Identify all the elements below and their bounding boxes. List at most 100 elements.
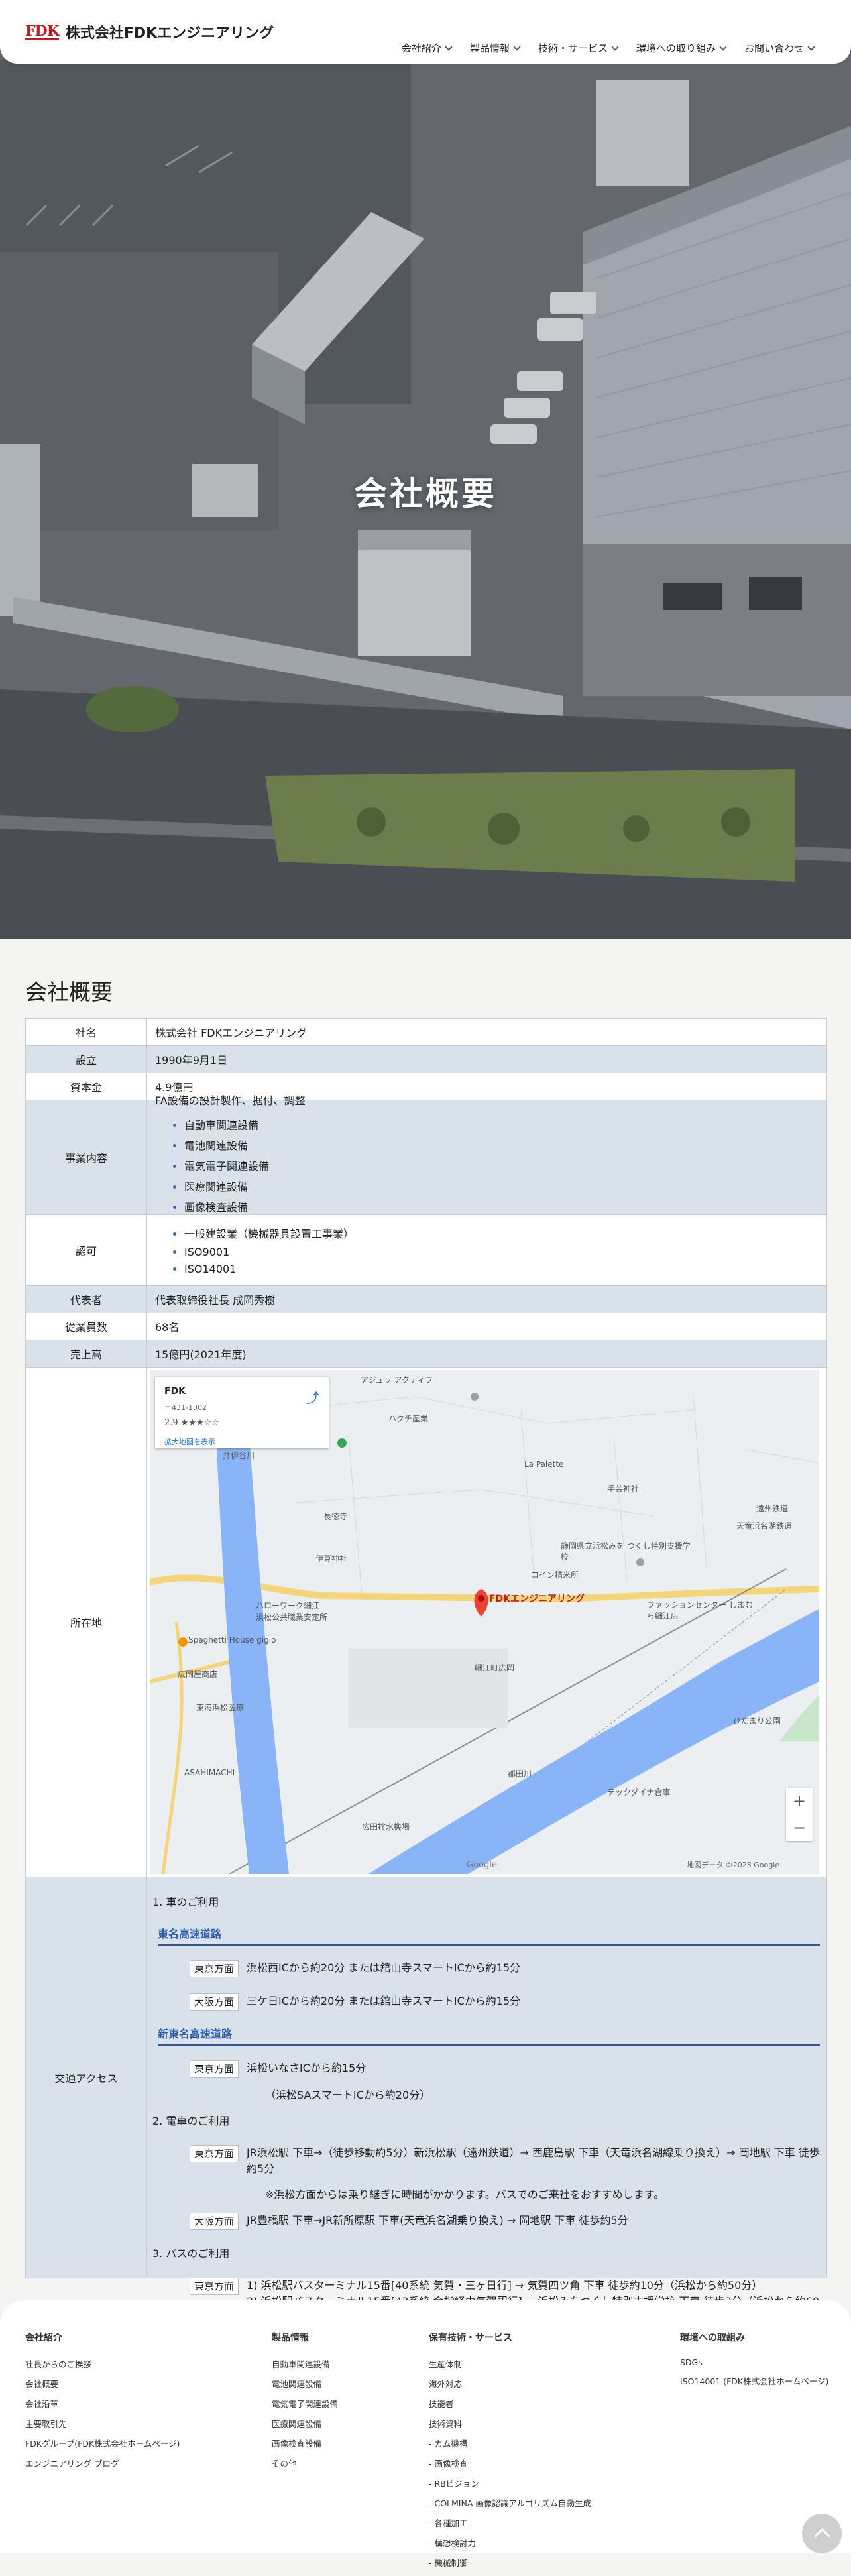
footer-link[interactable]: - 機械制御 (429, 2556, 591, 2569)
footer-link[interactable]: 自動車関連設備 (272, 2357, 338, 2370)
map-label: ハローワーク細江 (256, 1601, 320, 1610)
footer-link[interactable]: 画像検査設備 (272, 2437, 338, 2449)
site-name: 株式会社FDKエンジニアリング (65, 25, 274, 42)
footer-link[interactable]: 生産体制 (429, 2357, 591, 2370)
footer-col-technology: 保有技術・サービス 生産体制 海外対応 技能者 技術資料 - カム機構 - 画像… (429, 2333, 591, 2569)
site-header: FDK 株式会社FDKエンジニアリング 会社紹介 製品情報 技術・サービス 環境… (0, 0, 851, 64)
map-label: ひだまり公園 (733, 1716, 781, 1726)
access-bus-title: 3. バスのご利用 (152, 2247, 230, 2260)
access-route: 大阪方面 三ケ日ICから約20分 または舘山寺スマートICから約15分 (190, 1993, 826, 2011)
back-to-top-button[interactable] (802, 2514, 842, 2553)
google-map[interactable]: Google FDK 〒431-1302 2.9 ★★★☆☆ 拡大地図を表示 ⤴… (150, 1370, 819, 1874)
access-tomei-title: 東名高速道路 (158, 1925, 820, 1946)
nav-environment[interactable]: 環境への取り組み (636, 41, 727, 55)
access-route: 東京方面 浜松西ICから約20分 または舘山寺スマートICから約15分 (190, 1960, 826, 1977)
table-row-location: 所在地 Google FDK 〒431-1302 2.9 ★★★☆☆ 拡大地図を… (26, 1368, 826, 1877)
footer-link[interactable]: 技能者 (429, 2397, 591, 2410)
table-row-employees: 従業員数 68名 (26, 1313, 826, 1340)
footer-link[interactable]: その他 (272, 2457, 338, 2469)
map-label: 天竜浜名湖鉄道 (736, 1521, 793, 1531)
list-item: ISO14001 (184, 1263, 826, 1275)
footer-link[interactable]: - 各種加工 (429, 2516, 591, 2529)
footer-link[interactable]: 技術資料 (429, 2417, 591, 2430)
access-note: ※浜松方面からは乗り継ぎに時間がかかります。バスでのご来社をおすすめします。 (265, 2188, 665, 2201)
section-title: 会社概要 (25, 979, 113, 1005)
footer-link[interactable]: 電気電子関連設備 (272, 2397, 338, 2410)
list-item: ISO9001 (184, 1246, 826, 1258)
map-label: アジュラ アクティフ (361, 1376, 433, 1385)
map-label: 広岡屋商店 (178, 1670, 218, 1679)
footer-link[interactable]: エンジニアリング ブログ (25, 2457, 180, 2469)
footer-link[interactable]: 電池関連設備 (272, 2377, 338, 2390)
footer-link[interactable]: - カム機構 (429, 2437, 591, 2449)
access-shintomei-title: 新東名高速道路 (158, 2025, 820, 2046)
map-label: ハクチ産業 (388, 1414, 429, 1423)
footer-link[interactable]: - 画像検査 (429, 2457, 591, 2469)
access-route: 東京方面 浜松いなさICから約15分 (190, 2060, 826, 2078)
footer-col-products: 製品情報 自動車関連設備 電池関連設備 電気電子関連設備 医療関連設備 画像検査… (272, 2333, 339, 2469)
zoom-out-button[interactable]: − (786, 1814, 813, 1841)
chevron-up-icon (814, 2528, 830, 2544)
footer-link[interactable]: 会社概要 (25, 2377, 180, 2390)
svg-text:Google: Google (467, 1860, 497, 1870)
list-item: 画像検査設備 (184, 1199, 826, 1214)
table-row-representative: 代表者 代表取締役社長 成岡秀樹 (26, 1286, 826, 1313)
map-label: 長徳寺 (323, 1512, 348, 1521)
chevron-down-icon (513, 42, 521, 51)
list-item: 電気電子関連設備 (184, 1157, 826, 1173)
map-label: 東海浜松医療 (196, 1703, 245, 1712)
business-intro: FA設備の設計製作、据付、調整 (155, 1094, 306, 1107)
map-label: 都田川 (508, 1769, 532, 1779)
map-label: 伊豆神社 (315, 1554, 348, 1564)
table-row-established: 設立 1990年9月1日 (26, 1046, 826, 1073)
map-label: Spaghetti House gigio (188, 1635, 276, 1645)
footer-link[interactable]: 海外対応 (429, 2377, 591, 2390)
map-label: 井伊谷川 (223, 1451, 255, 1460)
table-row-name: 社名 株式会社 FDKエンジニアリング (26, 1019, 826, 1046)
map-zoom-control: + − (786, 1788, 813, 1841)
list-item: 一般建設業（機械器具設置工事業） (184, 1225, 826, 1241)
table-row-access: 交通アクセス 1. 車のご利用 東名高速道路 東京方面 浜松西ICから約20分 ま… (26, 1877, 826, 2323)
map-copyright: 地図データ ©2023 Google (687, 1861, 779, 1869)
access-train-title: 2. 電車のご利用 (152, 2115, 230, 2127)
site-logo[interactable]: FDK 株式会社FDKエンジニアリング (25, 21, 274, 42)
business-list: 自動車関連設備 電池関連設備 電気電子関連設備 医療関連設備 画像検査設備 (155, 1112, 826, 1219)
map-enlarge-link[interactable]: 拡大地図を表示 (164, 1436, 215, 1447)
footer-link[interactable]: 会社沿革 (25, 2397, 180, 2410)
site-footer: 会社紹介 社長からのご挨拶 会社概要 会社沿革 主要取引先 FDKグループ(FD… (0, 2300, 851, 2568)
company-overview-table: 社名 株式会社 FDKエンジニアリング 設立 1990年9月1日 資本金 4.9… (25, 1018, 827, 2323)
footer-link[interactable]: - 構想検討力 (429, 2536, 591, 2549)
map-place-card: FDK 〒431-1302 2.9 ★★★☆☆ 拡大地図を表示 ⤴ (155, 1377, 329, 1448)
nav-technology[interactable]: 技術・サービス (538, 41, 619, 55)
table-row-sales: 売上高 15億円(2021年度) (26, 1340, 826, 1368)
table-row-certification: 認可 一般建設業（機械器具設置工事業） ISO9001 ISO14001 (26, 1215, 826, 1286)
footer-link[interactable]: - COLMINA 画像認識アルゴリズム自動生成 (429, 2496, 591, 2509)
footer-link[interactable]: SDGs (680, 2357, 828, 2367)
nav-company[interactable]: 会社紹介 (402, 41, 453, 55)
footer-link[interactable]: 社長からのご挨拶 (25, 2357, 180, 2370)
footer-link[interactable]: ISO14001 (FDK株式会社ホームページ) (680, 2374, 828, 2387)
map-label: 静岡県立浜松みを つくし特別支援学校 (561, 1541, 691, 1562)
fdk-logo-mark: FDK (25, 22, 60, 40)
nav-contact[interactable]: お問い合わせ (744, 41, 815, 55)
map-label: コイン精米所 (531, 1570, 579, 1580)
list-item: 自動車関連設備 (184, 1116, 826, 1132)
map-pin-label[interactable]: FDKエンジニアリング (489, 1592, 585, 1605)
footer-link[interactable]: - RBビジョン (429, 2477, 591, 2489)
footer-link[interactable]: FDKグループ(FDK株式会社ホームページ) (25, 2437, 180, 2449)
nav-products[interactable]: 製品情報 (470, 41, 521, 55)
directions-icon[interactable]: ⤴ (306, 1387, 319, 1407)
access-note: （浜松SAスマートICから約20分） (265, 2089, 431, 2101)
map-label: ASAHIMACHI (184, 1768, 235, 1777)
zoom-in-button[interactable]: + (786, 1788, 813, 1814)
footer-link[interactable]: 主要取引先 (25, 2417, 180, 2430)
table-row-business: 事業内容 FA設備の設計製作、据付、調整 自動車関連設備 電池関連設備 電気電子… (26, 1094, 826, 1215)
chevron-down-icon (807, 42, 815, 51)
cert-list: 一般建設業（機械器具設置工事業） ISO9001 ISO14001 (155, 1220, 826, 1280)
map-label: 細江町広岡 (475, 1663, 515, 1672)
list-item: 電池関連設備 (184, 1137, 826, 1153)
footer-link[interactable]: 医療関連設備 (272, 2417, 338, 2430)
list-item: 医療関連設備 (184, 1178, 826, 1194)
chevron-down-icon (445, 42, 453, 51)
hero-banner: 会社概要 (0, 0, 851, 939)
